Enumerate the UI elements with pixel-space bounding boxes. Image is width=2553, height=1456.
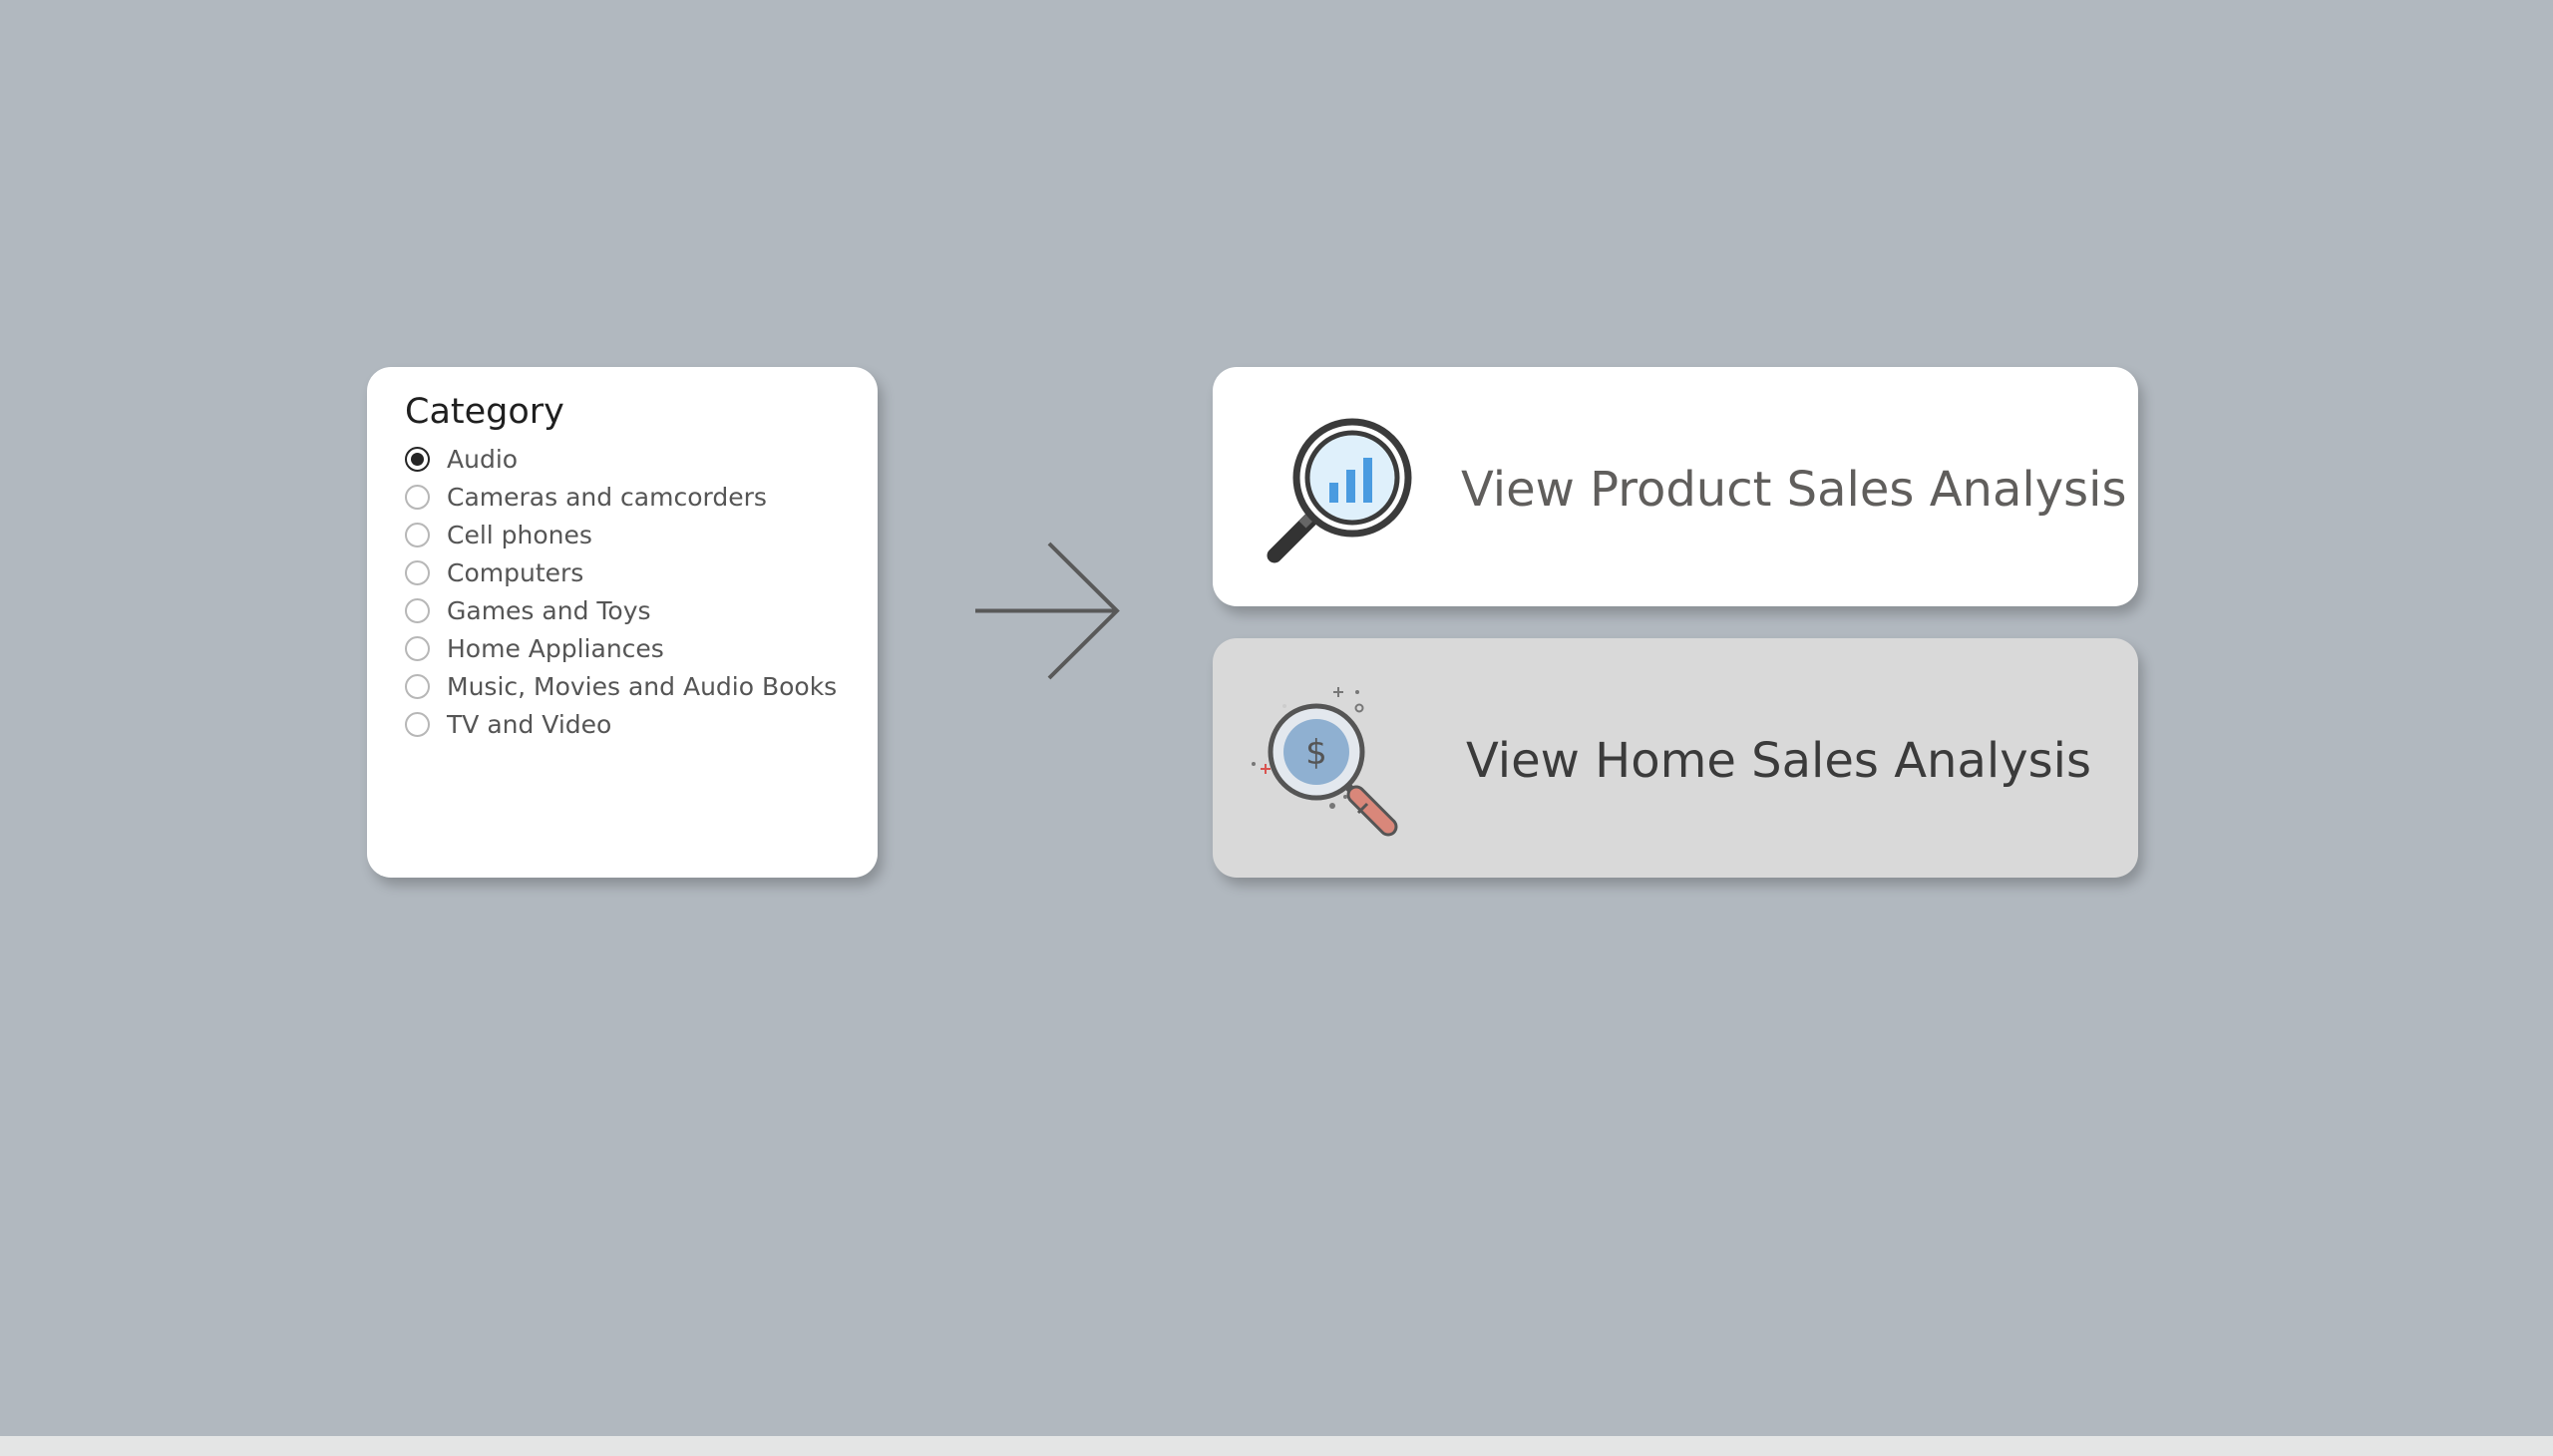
magnifier-dollar-icon: $ [1252, 687, 1398, 837]
category-option-audio[interactable]: Audio [405, 440, 840, 478]
radio-unselected-icon[interactable] [405, 522, 430, 547]
category-option-label: Cell phones [447, 520, 592, 549]
category-option-tv-video[interactable]: TV and Video [405, 705, 840, 743]
category-option-music-movies[interactable]: Music, Movies and Audio Books [405, 667, 840, 705]
category-option-label: Audio [447, 444, 519, 474]
category-option-cameras[interactable]: Cameras and camcorders [405, 478, 840, 516]
view-home-sales-button[interactable]: $ View Home Sales Analysis [1213, 638, 2138, 878]
radio-selected-icon[interactable] [405, 446, 430, 472]
category-option-games-toys[interactable]: Games and Toys [405, 591, 840, 629]
category-option-label: TV and Video [447, 709, 612, 739]
category-slicer: Category Audio Cameras and camcorders Ce… [367, 367, 878, 878]
category-option-label: Games and Toys [447, 595, 651, 625]
radio-unselected-icon[interactable] [405, 635, 430, 661]
arrow-right-icon [975, 542, 1120, 680]
slicer-title: Category [405, 392, 564, 432]
category-option-computers[interactable]: Computers [405, 553, 840, 591]
category-option-home-appliances[interactable]: Home Appliances [405, 629, 840, 667]
report-canvas: Category Audio Cameras and camcorders Ce… [0, 0, 2553, 1456]
view-home-sales-label: View Home Sales Analysis [1466, 733, 2091, 789]
radio-unselected-icon[interactable] [405, 597, 430, 623]
radio-unselected-icon[interactable] [405, 711, 430, 737]
radio-unselected-icon[interactable] [405, 484, 430, 510]
category-options: Audio Cameras and camcorders Cell phones… [405, 440, 840, 743]
category-option-label: Home Appliances [447, 633, 664, 663]
magnifier-bar-chart-icon [1267, 418, 1412, 563]
category-option-label: Cameras and camcorders [447, 482, 767, 512]
bottom-bar [0, 1436, 2553, 1456]
category-option-cell-phones[interactable]: Cell phones [405, 516, 840, 553]
category-option-label: Computers [447, 557, 584, 587]
category-option-label: Music, Movies and Audio Books [447, 671, 838, 701]
svg-text:$: $ [1305, 733, 1327, 773]
view-product-sales-button[interactable]: View Product Sales Analysis [1213, 367, 2138, 606]
view-product-sales-label: View Product Sales Analysis [1461, 462, 2127, 518]
radio-unselected-icon[interactable] [405, 673, 430, 699]
radio-unselected-icon[interactable] [405, 559, 430, 585]
